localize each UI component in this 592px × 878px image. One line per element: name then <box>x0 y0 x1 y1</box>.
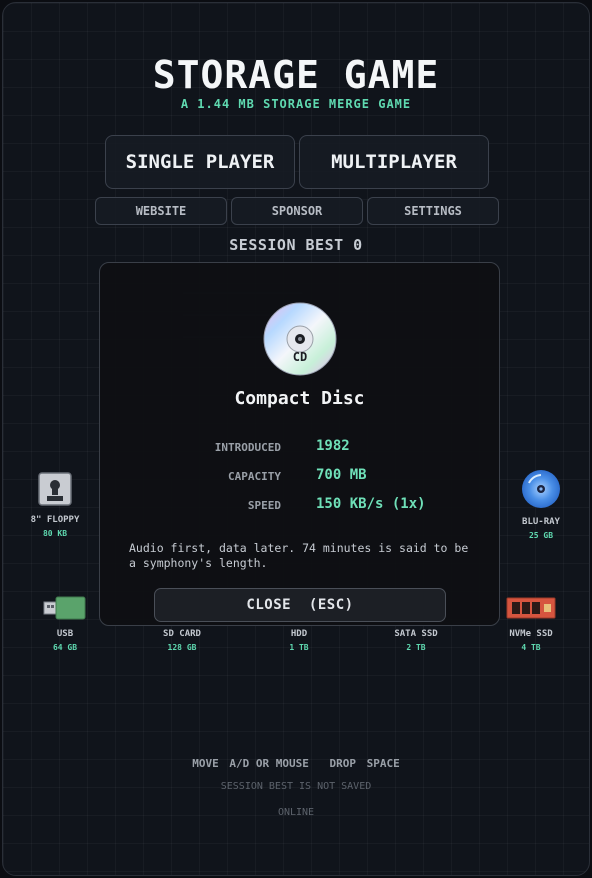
tier-capacity: 2 TB <box>406 643 426 652</box>
tier-usb: USB 64 GB <box>25 595 105 652</box>
controls-hint: MOVE A/D OR MOUSE DROP SPACE <box>3 757 589 770</box>
capacity-row: CAPACITY 700 MB <box>100 466 499 486</box>
move-label: MOVE <box>192 757 219 770</box>
connection-status: ONLINE <box>277 807 315 818</box>
tier-capacity: 4 TB <box>521 643 541 652</box>
tier-capacity: 1 TB <box>289 643 309 652</box>
sponsor-button[interactable]: SPONSOR <box>231 197 363 225</box>
session-best: SESSION BEST 0 <box>229 236 363 254</box>
session-note: SESSION BEST IS NOT SAVED <box>220 781 372 792</box>
modal-title: Compact Disc <box>234 388 365 409</box>
speed-label: SPEED <box>247 499 281 512</box>
tier-bluray: BLU-RAY 25 GB <box>501 469 581 540</box>
tier-name: 8" FLOPPY <box>30 515 80 525</box>
tier-capacity: 25 GB <box>528 531 554 540</box>
close-button[interactable]: CLOSE (ESC) <box>154 588 446 622</box>
tier-name: SD CARD <box>163 629 201 639</box>
tier-nvme-ssd: NVMe SSD 4 TB <box>491 595 571 652</box>
drop-label: DROP <box>329 757 356 770</box>
move-keys: A/D OR MOUSE <box>229 757 309 770</box>
cd-icon: CD <box>262 301 338 377</box>
usb-icon <box>43 596 86 620</box>
tier-name: USB <box>56 629 74 639</box>
introduced-value: 1982 <box>316 438 350 454</box>
game-title: STORAGE GAME <box>152 53 440 97</box>
multiplayer-button[interactable]: MULTIPLAYER <box>299 135 489 189</box>
single-player-button[interactable]: SINGLE PLAYER <box>105 135 295 189</box>
item-info-modal: CD Compact Disc INTRODUCED 1982 CAPACITY… <box>99 262 500 626</box>
tier-name: SATA SSD <box>394 629 438 639</box>
tier-name: BLU-RAY <box>522 517 560 527</box>
game-screen: STORAGE GAME A 1.44 MB STORAGE MERGE GAM… <box>2 2 590 876</box>
speed-value: 150 KB/s (1x) <box>316 496 426 512</box>
introduced-row: INTRODUCED 1982 <box>100 437 499 457</box>
tier-capacity: 80 KB <box>42 529 68 538</box>
capacity-value: 700 MB <box>316 467 367 483</box>
drop-key: SPACE <box>366 757 400 770</box>
website-button[interactable]: WEBSITE <box>95 197 227 225</box>
capacity-label: CAPACITY <box>228 470 281 483</box>
modal-description: Audio first, data later. 74 minutes is s… <box>129 541 469 570</box>
nvme-ssd-icon <box>506 597 556 619</box>
game-subtitle: A 1.44 MB STORAGE MERGE GAME <box>180 97 412 111</box>
floppy-icon <box>38 472 72 506</box>
tier-capacity: 64 GB <box>52 643 78 652</box>
bluray-icon <box>522 470 560 508</box>
tier-name: NVMe SSD <box>509 629 553 639</box>
tier-capacity: 128 GB <box>167 643 197 652</box>
introduced-label: INTRODUCED <box>214 441 281 454</box>
tier-name: HDD <box>290 629 308 639</box>
speed-row: SPEED 150 KB/s (1x) <box>100 495 499 515</box>
settings-button[interactable]: SETTINGS <box>367 197 499 225</box>
cd-label: CD <box>292 350 308 364</box>
tier-floppy: 8" FLOPPY 80 KB <box>15 471 95 538</box>
